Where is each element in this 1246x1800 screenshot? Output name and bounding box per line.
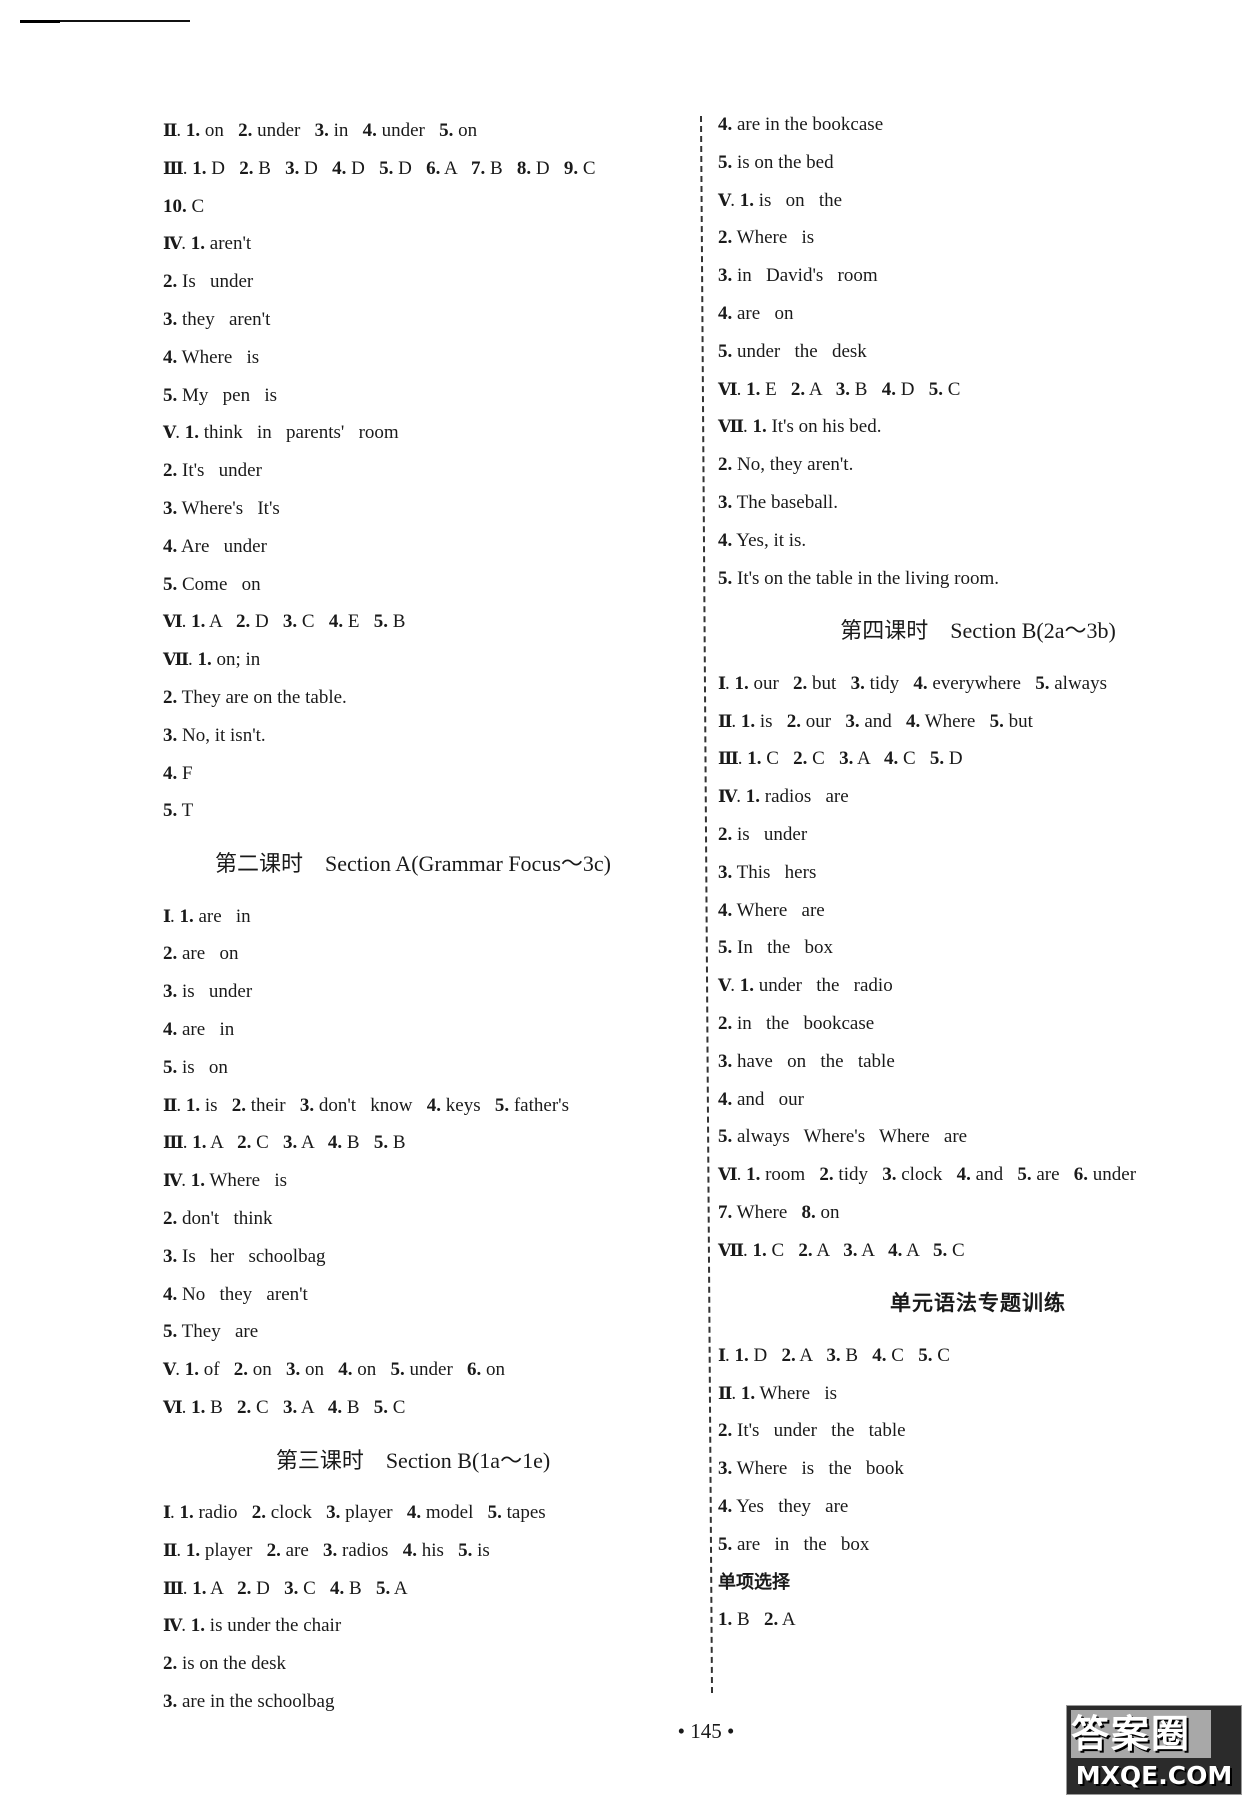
answer-line: Ⅲ. 1. A 2. C 3. A 4. B 5. B [163, 1132, 406, 1154]
answer-line: Ⅳ. 1. aren't [163, 233, 252, 255]
answer-line: 2. No, they aren't. [718, 454, 854, 476]
header-rule [20, 20, 190, 23]
answer-line: Ⅴ. 1. is on the [718, 189, 843, 211]
column-divider [700, 115, 714, 1693]
answer-line: Ⅱ. 1. Where is [718, 1382, 838, 1404]
page-number: • 145 • [646, 1716, 766, 1746]
answer-line: 2. is under [718, 823, 808, 845]
answer-line: 2. It's under the table [718, 1420, 906, 1442]
answer-line: Ⅰ. 1. are in [163, 905, 251, 927]
answer-line: 5. under the desk [718, 340, 867, 362]
answer-line: 3. have on the table [718, 1050, 895, 1072]
answer-line: 2. are on [163, 943, 239, 965]
answer-line: Ⅱ. 1. is 2. their 3. don't know 4. keys … [163, 1094, 569, 1116]
answer-line: 2. Is under [163, 271, 254, 293]
answer-line: 3. Where's It's [163, 497, 280, 519]
answer-line: 2. Where is [718, 227, 815, 249]
answer-line: 4. Are under [163, 535, 267, 557]
answer-line: Ⅱ. 1. player 2. are 3. radios 4. his 5. … [163, 1539, 490, 1561]
answer-line: 5. is on [163, 1056, 228, 1078]
section-heading: 第二课时 Section A(Grammar Focus～3c) [215, 851, 611, 877]
answer-line: 4. Where is [163, 346, 260, 368]
answer-line: 2. is on the desk [163, 1653, 286, 1675]
subsection-label: 单项选择 [718, 1571, 790, 1593]
answer-line: Ⅵ. 1. room 2. tidy 3. clock 4. and 5. ar… [718, 1164, 1137, 1186]
answer-line: Ⅲ. 1. C 2. C 3. A 4. C 5. D [718, 748, 963, 770]
answer-column-left: Ⅱ. 1. on 2. under 3. in 4. under 5. on Ⅲ.… [163, 112, 663, 1721]
answer-line: 5. They are [163, 1321, 259, 1343]
answer-line: 1. B 2. A [718, 1609, 796, 1631]
answer-line: 7. Where 8. on [718, 1201, 840, 1223]
answer-line: 3. are in the schoolbag [163, 1691, 335, 1713]
answer-line: Ⅲ. 1. A 2. D 3. C 4. B 5. A [163, 1577, 408, 1599]
section-heading: 第三课时 Section B(1a～1e) [275, 1447, 551, 1473]
answer-line: 2. It's under [163, 460, 262, 482]
answer-line: 5. always Where's Where are [718, 1126, 968, 1148]
answer-line: Ⅴ. 1. under the radio [718, 975, 893, 997]
answer-line: Ⅱ. 1. is 2. our 3. and 4. Where 5. but [718, 710, 1033, 732]
answer-line: Ⅰ. 1. radio 2. clock 3. player 4. model … [163, 1502, 546, 1524]
answer-line: 4. are in [163, 1018, 235, 1040]
answer-line: 3. The baseball. [718, 491, 838, 513]
answer-line: Ⅲ. 1. D 2. B 3. D 4. D 5. D 6. A 7. B 8.… [163, 157, 596, 179]
answer-line: 4. Where are [718, 899, 825, 921]
answer-line: Ⅰ. 1. our 2. but 3. tidy 4. everywhere 5… [718, 672, 1107, 694]
page-number-value: 145 [690, 1719, 722, 1743]
answer-line: Ⅰ. 1. D 2. A 3. B 4. C 5. C [718, 1344, 950, 1366]
answer-line: Ⅳ. 1. radios are [718, 786, 849, 808]
watermark-title: 答案圈 [1071, 1710, 1211, 1758]
watermark-logo: 答案圈 MXQE.COM [1066, 1705, 1242, 1795]
page-number-dot-right: • [727, 1719, 735, 1743]
answer-line: 5. are in the box [718, 1533, 870, 1555]
answer-line: Ⅱ. 1. on 2. under 3. in 4. under 5. on [163, 120, 478, 141]
answer-line: 5. is on the bed [718, 151, 834, 173]
section-heading: 单元语法专题训练 [890, 1290, 1066, 1315]
answer-line: 5. In the box [718, 937, 834, 959]
page-number-dot-left: • [677, 1719, 685, 1743]
section-heading: 第四课时 Section B(2a～3b) [840, 618, 1116, 644]
answer-line: Ⅳ. 1. Where is [163, 1170, 288, 1192]
answer-line: 2. They are on the table. [163, 686, 347, 708]
answer-line: 4. Yes they are [718, 1496, 849, 1518]
answer-line: 3. This hers [718, 861, 817, 883]
answer-column-right: 4. are in the bookcase 5. is on the bed Ⅴ.… [718, 106, 1238, 1639]
answer-line: 3. Where is the book [718, 1458, 904, 1480]
answer-line: 4. and our [718, 1088, 805, 1110]
answer-line: 3. in David's room [718, 265, 878, 287]
answer-line: 4. F [163, 762, 193, 784]
answer-line: 4. are on [718, 302, 794, 324]
answer-line: 3. is under [163, 981, 253, 1003]
answer-line: 2. don't think [163, 1207, 273, 1229]
answer-line: Ⅶ. 1. C 2. A 3. A 4. A 5. C [718, 1239, 965, 1261]
answer-line: 2. in the bookcase [718, 1012, 875, 1034]
answer-line: 5. T [163, 800, 194, 822]
answer-line: 3. Is her schoolbag [163, 1245, 326, 1267]
answer-line: 3. they aren't [163, 308, 271, 330]
answer-line: Ⅵ. 1. E 2. A 3. B 4. D 5. C [718, 378, 961, 400]
answer-line: 4. No they aren't [163, 1283, 308, 1305]
answer-line: 5. Come on [163, 573, 261, 595]
answer-line: Ⅳ. 1. is under the chair [163, 1615, 342, 1637]
answer-line: 10. C [163, 195, 205, 217]
answer-line: 4. Yes, it is. [718, 529, 807, 551]
answer-line: Ⅵ. 1. B 2. C 3. A 4. B 5. C [163, 1396, 406, 1418]
answer-line: Ⅴ. 1. think in parents' room [163, 422, 399, 444]
answer-line: 3. No, it isn't. [163, 724, 266, 746]
answer-line: Ⅵ. 1. A 2. D 3. C 4. E 5. B [163, 611, 406, 633]
answer-line: Ⅶ. 1. It's on his bed. [718, 416, 882, 438]
answer-line: 5. It's on the table in the living room. [718, 567, 999, 589]
answer-line: Ⅴ. 1. of 2. on 3. on 4. on 5. under 6. o… [163, 1359, 506, 1381]
watermark-url: MXQE.COM [1075, 1761, 1233, 1790]
answer-line: 4. are in the bookcase [718, 114, 884, 135]
answer-line: Ⅶ. 1. on; in [163, 649, 261, 671]
answer-line: 5. My pen is [163, 384, 277, 406]
